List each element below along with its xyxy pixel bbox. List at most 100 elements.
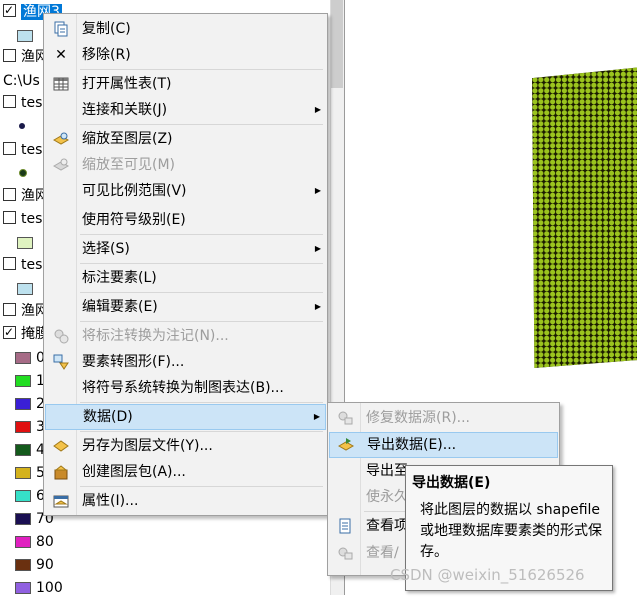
toc-layer-label: tes (21, 95, 43, 111)
menu-separator (80, 402, 323, 403)
legend-color-swatch (15, 490, 31, 502)
menu-item-label: 移除(R) (82, 47, 131, 63)
menu-item-label: 另存为图层文件(Y)... (82, 438, 213, 454)
menu-item-label: 导出至 (366, 463, 408, 479)
toc-layer-row[interactable]: 渔网 (0, 47, 49, 67)
layer-symbol-swatch (17, 30, 33, 42)
toc-layer-row[interactable]: tes (0, 209, 42, 229)
menu-item-visible-scale-range[interactable]: 可见比例范围(V) ▶ (45, 179, 326, 203)
menu-item-label: 数据(D) (83, 409, 133, 425)
menu-item-label: 修复数据源(R)... (366, 410, 471, 426)
layer-visibility-checkbox[interactable] (3, 257, 16, 270)
menu-item-data[interactable]: 数据(D) ▶ (45, 404, 326, 430)
menu-item-save-layer-file[interactable]: 另存为图层文件(Y)... (45, 434, 326, 458)
menu-item-selection[interactable]: 选择(S) ▶ (45, 237, 326, 261)
layer-symbol-swatch (17, 237, 33, 249)
toc-layer-row[interactable]: tes (0, 140, 42, 160)
repair-source-icon (337, 410, 353, 426)
layer-visibility-checkbox[interactable] (3, 322, 16, 342)
menu-item-symbol-levels[interactable]: 使用符号级别(E) (45, 208, 326, 232)
menu-separator (80, 292, 323, 293)
menu-item-open-attribute-table[interactable]: 打开属性表(T) (45, 72, 326, 96)
toc-layer-row[interactable]: tes (0, 93, 42, 113)
menu-item-label: 属性(I)... (82, 493, 139, 509)
legend-color-swatch (15, 559, 31, 571)
legend-color-swatch (15, 467, 31, 479)
toc-path-label: C:\Us (3, 71, 40, 91)
layer-visibility-checkbox[interactable] (3, 188, 16, 201)
menu-item-zoom-to-visible: 缩放至可见(M) (45, 153, 326, 177)
menu-item-label: 缩放至图层(Z) (82, 131, 173, 147)
toc-layer-label: tes (21, 142, 43, 158)
export-data-icon (337, 437, 355, 453)
layer-visibility-checkbox[interactable] (3, 211, 16, 224)
legend-color-swatch (15, 582, 31, 594)
layer-visibility-checkbox[interactable] (3, 95, 16, 108)
menu-item-label: 使永久 (366, 489, 408, 505)
feature-graphics-icon (53, 354, 69, 370)
menu-item-label: 查看/ (366, 545, 399, 561)
zoom-layer-icon (52, 131, 70, 147)
convert-annotation-icon (53, 328, 69, 344)
point-symbol-icon (19, 169, 27, 177)
zoom-visible-icon (52, 157, 70, 173)
legend-value-label: 90 (36, 557, 54, 573)
menu-item-edit-features[interactable]: 编辑要素(E) ▶ (45, 295, 326, 319)
fishnet-point-grid (532, 66, 637, 368)
legend-color-swatch (15, 352, 31, 364)
layer-context-menu: 复制(C) ✕ 移除(R) 打开属性表(T) 连接和关联(J) ▶ 缩放至图层(… (43, 13, 328, 516)
menu-separator (80, 124, 323, 125)
menu-item-convert-labels: 将标注转换为注记(N)... (45, 324, 326, 348)
view-icon (337, 545, 353, 561)
menu-separator (80, 69, 323, 70)
view-item-icon (337, 518, 353, 534)
menu-item-label: 标注要素(L) (82, 270, 157, 286)
menu-item-properties[interactable]: 属性(I)... (45, 489, 326, 513)
menu-item-label-features[interactable]: 标注要素(L) (45, 266, 326, 290)
menu-item-copy[interactable]: 复制(C) (45, 17, 326, 41)
menu-item-label: 连接和关联(J) (82, 102, 168, 118)
menu-item-label: 导出数据(E)... (367, 437, 457, 453)
toc-layer-row[interactable]: 渔网 (0, 186, 49, 206)
layer-visibility-checkbox[interactable] (3, 49, 16, 62)
layer-symbol-swatch (17, 283, 33, 295)
legend-color-swatch (15, 536, 31, 548)
toc-layer-row[interactable]: 渔网 (0, 301, 49, 321)
menu-separator (80, 321, 323, 322)
toc-layer-row[interactable]: tes (0, 255, 42, 275)
submenu-arrow-icon: ▶ (314, 244, 321, 253)
layer-visibility-checkbox[interactable] (3, 142, 16, 155)
menu-item-joins-relates[interactable]: 连接和关联(J) ▶ (45, 98, 326, 122)
menu-item-export-data[interactable]: 导出数据(E)... (329, 432, 558, 458)
legend-color-swatch (15, 398, 31, 410)
legend-color-swatch (15, 375, 31, 387)
legend-value-label: 80 (36, 534, 54, 550)
layer-visibility-checkbox[interactable] (3, 303, 16, 316)
data-frame-path: C:\Us (3, 73, 40, 89)
menu-item-zoom-to-layer[interactable]: 缩放至图层(Z) (45, 127, 326, 151)
menu-item-repair-data-source: 修复数据源(R)... (329, 406, 558, 430)
menu-item-label: 复制(C) (82, 21, 131, 37)
remove-x-icon: ✕ (55, 47, 67, 63)
menu-item-label: 将符号系统转换为制图表达(B)... (82, 380, 284, 396)
menu-separator (80, 234, 323, 235)
menu-item-label: 查看项 (366, 518, 408, 534)
layer-visibility-checkbox[interactable] (3, 0, 16, 20)
menu-item-create-layer-package[interactable]: 创建图层包(A)... (45, 460, 326, 484)
layer-package-icon (53, 464, 69, 480)
menu-item-features-to-graphics[interactable]: 要素转图形(F)... (45, 350, 326, 374)
menu-item-label: 创建图层包(A)... (82, 464, 186, 480)
tooltip-body: 将此图层的数据以 shapefile 或地理数据库要素类的形式保存。 (420, 502, 602, 560)
menu-item-convert-symbology[interactable]: 将符号系统转换为制图表达(B)... (45, 376, 326, 400)
submenu-arrow-icon: ▶ (314, 105, 321, 114)
scrollbar-thumb[interactable] (331, 0, 343, 88)
legend-color-swatch (15, 421, 31, 433)
legend-color-swatch (15, 444, 31, 456)
menu-item-label: 选择(S) (82, 241, 130, 257)
toc-layer-row[interactable]: 掩膜 (0, 322, 49, 344)
tooltip-title: 导出数据(E) (412, 475, 491, 491)
menu-item-remove[interactable]: ✕ 移除(R) (45, 43, 326, 67)
toc-layer-label: tes (21, 257, 43, 273)
properties-icon (53, 493, 69, 509)
menu-separator (80, 431, 323, 432)
